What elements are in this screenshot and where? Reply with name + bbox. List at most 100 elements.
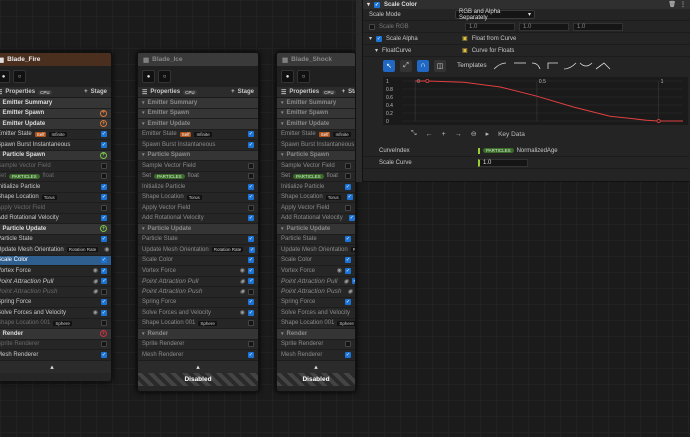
enable-checkbox[interactable]: ✓	[249, 246, 256, 253]
enable-checkbox[interactable]: ✓	[248, 299, 254, 306]
eye-icon[interactable]: ◉	[240, 278, 245, 285]
curveindex-input[interactable]: PARTICLES NormalizedAge	[478, 147, 558, 154]
module-row[interactable]: Scale Color ✓	[277, 256, 355, 266]
module-row[interactable]: Update Mesh OrientationRotation Rate◉✓	[0, 245, 111, 256]
scale-rgb-checkbox[interactable]	[369, 23, 375, 30]
module-row[interactable]: ▾ Particle Spawn	[138, 150, 258, 161]
enable-checkbox[interactable]	[101, 341, 107, 348]
module-row[interactable]: ▾Emitter Summary	[0, 98, 111, 109]
enable-checkbox[interactable]	[101, 288, 107, 295]
module-row[interactable]: Emitter StateSelfInfinite✓	[0, 130, 111, 140]
enable-checkbox[interactable]: ✓	[248, 131, 254, 138]
module-row[interactable]: ▾Particle Update+	[0, 224, 111, 235]
module-row[interactable]: Spawn Burst Instantaneous ✓	[0, 140, 111, 151]
emitter-panel-shock[interactable]: ▦Blade_Shock●○☰PropertiesCPU+Stage▾Emitt…	[276, 52, 356, 392]
fit-button[interactable]: ⤢	[400, 59, 412, 72]
module-row[interactable]: SetPARTICLESfloat	[277, 172, 355, 182]
module-row[interactable]: Apply Vector Field	[138, 203, 258, 214]
module-row[interactable]: Shape Location Torus ✓	[277, 193, 355, 203]
stage-label[interactable]: Stage	[348, 89, 355, 95]
module-row[interactable]: Mesh Renderer ✓	[138, 350, 258, 361]
enable-checkbox[interactable]: ✓	[345, 267, 351, 274]
module-row[interactable]: Point Attraction Pull ◉✓	[277, 277, 355, 287]
module-row[interactable]: Solve Forces and Velocity◉✓	[277, 308, 355, 319]
module-row[interactable]: ▾Emitter Spawn+	[0, 108, 111, 119]
enable-checkbox[interactable]	[345, 173, 351, 180]
eye-icon[interactable]: ◉	[93, 309, 98, 316]
module-row[interactable]: Update Mesh OrientationRotation Rate ✓	[138, 245, 258, 256]
enable-checkbox[interactable]: ✓	[101, 299, 107, 306]
scale-alpha-value[interactable]: Float from Curve	[472, 36, 517, 42]
enable-checkbox[interactable]: ✓	[101, 141, 107, 148]
module-row[interactable]: Sprite Renderer	[277, 340, 355, 350]
panel-header[interactable]: ▦ Blade_Shock	[277, 53, 355, 66]
properties-row[interactable]: ☰PropertiesCPU +Stage	[138, 87, 258, 98]
preview-thumbnail[interactable]: ●	[281, 70, 294, 83]
curve-key-point[interactable]	[656, 119, 661, 124]
expand-arrow-icon[interactable]: ▾	[375, 47, 378, 54]
enable-checkbox[interactable]: ✓	[101, 257, 107, 264]
module-row[interactable]: Particle State ✓	[277, 235, 355, 245]
module-row[interactable]: Add Rotational Velocity ✓	[0, 214, 111, 224]
emitter-panel-ice[interactable]: ▦ Blade_Ice ● ○ ☰ Properties CPU + Stage ▾ Emitter…	[137, 52, 259, 392]
module-row[interactable]: ▾ Particle Spawn	[277, 150, 355, 161]
enable-checkbox[interactable]: ✓	[248, 141, 254, 148]
preview-thumbnail-2[interactable]: ○	[158, 70, 171, 83]
module-row[interactable]: Shape Location 001 Sphere	[138, 319, 258, 329]
eye-icon[interactable]: ◉	[240, 267, 245, 274]
module-row[interactable]: Spring Force ✓	[277, 298, 355, 308]
module-row[interactable]: Emitter StateSelfInfinite✓	[277, 130, 355, 140]
panel-header[interactable]: ▦ Blade_Ice	[138, 53, 258, 66]
module-row[interactable]: Shape Location Torus ✓	[0, 193, 111, 203]
delete-key-icon[interactable]: ⊖	[471, 130, 477, 138]
emitter-panel-fire[interactable]: ▦Blade_Fire●○☰PropertiesCPU+Stage▾Emitte…	[0, 52, 112, 382]
enable-checkbox[interactable]: ✓	[101, 183, 107, 190]
module-row[interactable]: Spring Force ✓	[0, 298, 111, 308]
enable-checkbox[interactable]: ✓	[248, 215, 254, 222]
module-row[interactable]: Sprite Renderer	[138, 340, 258, 350]
enable-checkbox[interactable]: ✓	[248, 257, 254, 264]
enable-checkbox[interactable]: ✓	[248, 309, 254, 316]
enable-checkbox[interactable]: ✓	[248, 194, 254, 201]
eye-icon[interactable]: ◉	[93, 278, 98, 285]
add-module-icon[interactable]: +	[100, 330, 107, 338]
eye-icon[interactable]: ◉	[240, 288, 245, 295]
trash-icon[interactable]: 🗑	[668, 1, 676, 8]
module-row[interactable]: SetPARTICLESfloat	[138, 172, 258, 182]
collapse-panel-button[interactable]: ▴	[138, 360, 258, 373]
module-row[interactable]: Scale Color ✓	[0, 255, 111, 266]
pan-tool-button[interactable]: ↖	[383, 59, 395, 72]
module-row[interactable]: Shape Location 001 Sphere	[277, 319, 355, 329]
enable-checkbox[interactable]	[345, 341, 351, 348]
module-row[interactable]: Spawn Burst Instantaneous ✓	[138, 140, 258, 151]
add-stage-icon[interactable]: +	[342, 89, 346, 95]
preview-thumbnail-2[interactable]: ○	[13, 70, 26, 83]
scale-color-checkbox[interactable]: ✓	[374, 1, 381, 8]
enable-checkbox[interactable]: ✓	[345, 183, 351, 190]
enable-checkbox[interactable]: ✓	[248, 267, 254, 274]
module-row[interactable]: Mesh Renderer ✓	[0, 350, 111, 361]
frame-button[interactable]: ◫	[434, 59, 446, 72]
module-row[interactable]: Sample Vector Field	[0, 161, 111, 172]
module-row[interactable]: Sprite Renderer	[0, 340, 111, 350]
preview-thumbnail[interactable]: ●	[142, 70, 155, 83]
enable-checkbox[interactable]: ✓	[101, 131, 107, 138]
enable-checkbox[interactable]	[248, 341, 254, 348]
enable-checkbox[interactable]: ✓	[248, 278, 254, 285]
scale-mode-dropdown[interactable]: RGB and Alpha Separately ▾	[455, 9, 535, 21]
enable-checkbox[interactable]	[345, 204, 351, 211]
enable-checkbox[interactable]: ✓	[345, 299, 351, 306]
module-row[interactable]: Vortex Force ◉ ✓	[0, 266, 111, 277]
module-row[interactable]: ▾Emitter Summary	[138, 98, 258, 109]
collapse-panel-button[interactable]: ▴	[0, 360, 111, 373]
scale-curve-input[interactable]: 1.0	[478, 158, 528, 167]
add-module-icon[interactable]: +	[100, 151, 107, 159]
enable-checkbox[interactable]: ✓	[345, 236, 351, 243]
enable-checkbox[interactable]: ✓	[248, 351, 254, 358]
module-row[interactable]: Sample Vector Field	[277, 161, 355, 172]
module-row[interactable]: Point Attraction Push ◉	[138, 287, 258, 298]
module-row[interactable]: Scale Color ✓	[138, 256, 258, 266]
expand-arrow-icon[interactable]: ▾	[369, 35, 372, 42]
scale-rgb-r[interactable]: 1.0	[465, 22, 515, 31]
module-row[interactable]: ▾Particle Spawn+	[0, 150, 111, 161]
